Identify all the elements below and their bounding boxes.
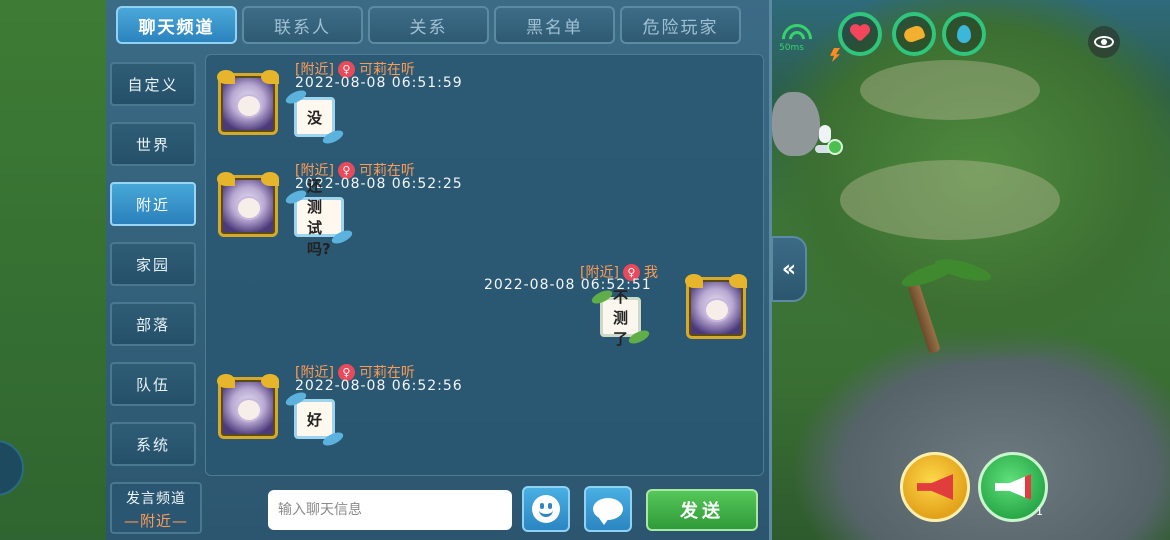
- avatar-wing: [261, 70, 279, 84]
- hunger-indicator: [892, 12, 936, 56]
- top-tab-bar: 聊天频道 联系人 关系 黑名单 危险玩家: [116, 6, 741, 46]
- avatar-wing: [261, 374, 279, 388]
- avatar-wing: [261, 172, 279, 186]
- channel-team[interactable]: 队伍: [110, 362, 196, 406]
- channel-tribe[interactable]: 部落: [110, 302, 196, 346]
- avatar-wing: [217, 172, 235, 186]
- channel-home[interactable]: 家园: [110, 242, 196, 286]
- water-drop-icon: [957, 25, 971, 43]
- view-toggle-button[interactable]: [1088, 26, 1120, 58]
- chat-input-bar: 发言频道 —附近— 发送: [106, 480, 772, 540]
- voice-toggle-button[interactable]: [813, 125, 845, 159]
- tab-dangerous-players[interactable]: 危险玩家: [620, 6, 741, 44]
- message-bubble[interactable]: 不测了: [600, 288, 642, 348]
- send-channel-value: —附近—: [123, 512, 188, 530]
- message-bubble[interactable]: 没: [294, 97, 336, 137]
- avatar-wing: [217, 70, 235, 84]
- message-bubble[interactable]: 好: [294, 399, 336, 439]
- message-timestamp: 2022-08-08 06:52:56: [295, 378, 463, 394]
- food-icon: [902, 24, 926, 44]
- path-scenery: [860, 60, 1040, 120]
- avatar-wing: [729, 274, 747, 288]
- emoji-button[interactable]: [522, 486, 570, 532]
- emoji-icon: [532, 495, 560, 523]
- eye-icon: [1094, 36, 1114, 48]
- channel-sidebar: 自定义 世界 附近 家园 部落 队伍 系统: [109, 56, 201, 476]
- avatar-own[interactable]: [685, 274, 747, 339]
- avatar[interactable]: [217, 172, 279, 237]
- tab-blacklist[interactable]: 黑名单: [494, 6, 615, 44]
- voice-status-icon: [827, 139, 843, 155]
- channel-world[interactable]: 世界: [110, 122, 196, 166]
- health-indicator: [838, 12, 882, 56]
- megaphone-icon: [917, 474, 953, 500]
- path-scenery: [840, 160, 1060, 240]
- tab-contacts[interactable]: 联系人: [242, 6, 363, 44]
- message-bubble[interactable]: 还测试吗?: [294, 177, 344, 258]
- channel-nearby[interactable]: 附近: [110, 182, 196, 226]
- avatar[interactable]: [217, 374, 279, 439]
- avatar-face: [236, 94, 262, 118]
- quick-phrase-button[interactable]: [584, 486, 632, 532]
- avatar-face: [236, 196, 262, 220]
- tab-relations[interactable]: 关系: [368, 6, 489, 44]
- channel-system[interactable]: 系统: [110, 422, 196, 466]
- megaphone-icon: [995, 474, 1031, 500]
- avatar-wing: [217, 374, 235, 388]
- avatar-wing: [685, 274, 703, 288]
- tab-chat-channel[interactable]: 聊天频道: [116, 6, 237, 44]
- world-horn-button[interactable]: [900, 452, 970, 522]
- collapse-chat-button[interactable]: «: [771, 236, 807, 302]
- message-timestamp: 2022-08-08 06:51:59: [295, 75, 463, 91]
- avatar[interactable]: [217, 70, 279, 135]
- ping-readout: 50ms: [779, 43, 804, 53]
- send-channel-selector[interactable]: 发言频道 —附近—: [110, 482, 202, 534]
- thirst-indicator: [942, 12, 986, 56]
- chat-panel: 聊天频道 联系人 关系 黑名单 危险玩家 自定义 世界 附近 家园 部落 队伍 …: [106, 0, 843, 540]
- speech-bubble-icon: [593, 498, 623, 525]
- channel-custom[interactable]: 自定义: [110, 62, 196, 106]
- horn-count: 1: [1036, 505, 1043, 518]
- send-channel-label: 发言频道: [126, 491, 186, 507]
- avatar-face: [704, 298, 730, 322]
- send-button[interactable]: 发送: [646, 489, 758, 531]
- chat-message-input[interactable]: [268, 490, 512, 530]
- avatar-face: [236, 398, 262, 422]
- double-chevron-left-icon: «: [781, 256, 797, 282]
- heart-icon: [850, 25, 870, 43]
- chat-message-list[interactable]: [附近] ♀ 可莉在听 2022-08-08 06:51:59 没 [附近] ♀…: [205, 54, 843, 476]
